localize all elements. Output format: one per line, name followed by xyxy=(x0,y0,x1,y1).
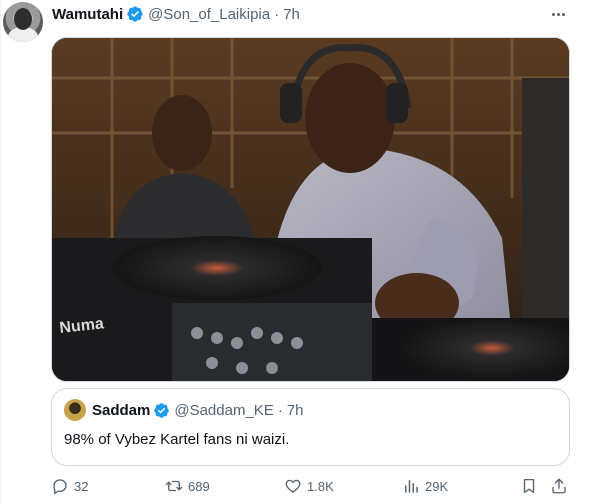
tweet-header: Wamutahi @Son_of_Laikipia · 7h xyxy=(52,4,300,24)
reply-count: 32 xyxy=(74,478,89,494)
quoted-tweet-header: Saddam @Saddam_KE · 7h xyxy=(64,399,304,421)
share-button[interactable] xyxy=(550,476,568,496)
tweet-action-bar: 32 689 1.8K 29K xyxy=(51,476,570,496)
bookmark-button[interactable] xyxy=(520,476,538,496)
views-icon xyxy=(405,480,418,493)
retweet-icon xyxy=(165,480,183,492)
quoted-tweet-timestamp: 7h xyxy=(286,401,304,419)
views-count: 29K xyxy=(425,478,449,494)
author-handle[interactable]: @Son_of_Laikipia xyxy=(148,6,270,23)
tweet-card[interactable]: Wamutahi @Son_of_Laikipia · 7h Numa Sadd… xyxy=(0,0,592,504)
views-button[interactable]: 29K xyxy=(402,476,448,496)
quoted-author-display-name: Saddam xyxy=(92,401,151,419)
heart-icon xyxy=(285,479,301,493)
quoted-author-handle: @Saddam_KE xyxy=(174,401,274,419)
quoted-author-avatar xyxy=(64,399,86,421)
retweet-button[interactable]: 689 xyxy=(165,476,210,496)
quoted-tweet-text: 98% of Vybez Kartel fans ni waizi. xyxy=(64,431,290,448)
author-display-name[interactable]: Wamutahi xyxy=(52,6,123,23)
bookmark-icon xyxy=(523,478,535,494)
quoted-header-separator: · xyxy=(277,401,283,419)
like-button[interactable]: 1.8K xyxy=(284,476,334,496)
tweet-photo[interactable]: Numa xyxy=(51,37,570,382)
photo-illustration: Numa xyxy=(52,38,569,381)
more-options-icon[interactable] xyxy=(546,4,570,24)
reply-icon xyxy=(53,479,67,495)
share-icon xyxy=(552,478,566,494)
reply-button[interactable]: 32 xyxy=(51,476,88,496)
tweet-timestamp[interactable]: 7h xyxy=(283,6,300,23)
quoted-verified-badge-icon xyxy=(153,402,170,419)
author-avatar[interactable] xyxy=(3,2,43,42)
quoted-tweet[interactable]: Saddam @Saddam_KE · 7h 98% of Vybez Kart… xyxy=(51,388,570,466)
like-count: 1.8K xyxy=(307,478,334,494)
timeline-divider xyxy=(0,0,1,504)
header-separator: · xyxy=(274,5,280,23)
retweet-count: 689 xyxy=(188,478,210,494)
verified-badge-icon[interactable] xyxy=(126,5,144,23)
